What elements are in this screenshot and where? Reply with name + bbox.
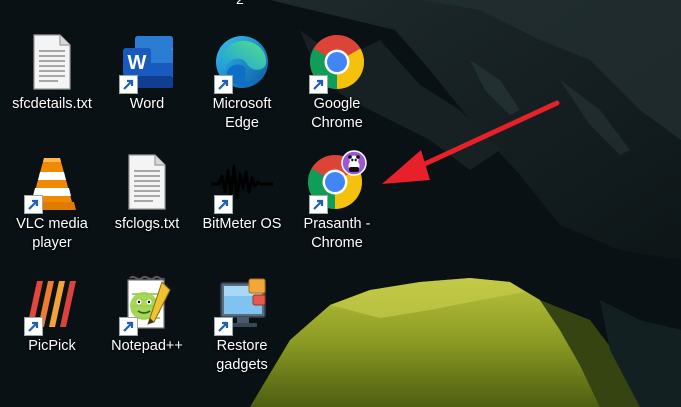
- icon-label: BitMeter OS: [202, 216, 282, 232]
- shortcut-arrow-icon: [214, 75, 233, 94]
- desktop-icon-prasanth-chrome[interactable]: Prasanth - Chrome: [291, 150, 383, 260]
- icon-label: Microsoft Edge: [212, 96, 272, 131]
- text-document-icon: [20, 30, 84, 94]
- picpick-icon: [20, 272, 84, 336]
- icon-label: Google Chrome: [311, 96, 363, 131]
- desktop-icon-edge[interactable]: Microsoft Edge: [196, 30, 288, 140]
- shortcut-arrow-icon: [119, 317, 138, 336]
- icon-label: Prasanth - Chrome: [303, 216, 371, 251]
- icon-label: sfclogs.txt: [114, 216, 180, 232]
- word-icon: W: [115, 30, 179, 94]
- icon-label: Notepad++: [111, 338, 183, 354]
- icon-label: Restore gadgets: [216, 338, 268, 373]
- shortcut-arrow-icon: [119, 75, 138, 94]
- shortcut-arrow-icon: [24, 195, 43, 214]
- restore-gadgets-icon: [210, 272, 274, 336]
- chrome-icon: [305, 30, 369, 94]
- desktop-icon-sfcdetails[interactable]: sfcdetails.txt: [6, 30, 98, 140]
- shortcut-arrow-icon: [24, 317, 43, 336]
- shortcut-arrow-icon: [309, 75, 328, 94]
- desktop-icon-restore-gadgets[interactable]: Restore gadgets: [196, 272, 288, 382]
- desktop-icon-word[interactable]: W Word: [101, 30, 193, 140]
- shortcut-arrow-icon: [214, 317, 233, 336]
- notepad-plus-plus-icon: [115, 272, 179, 336]
- edge-icon: [210, 30, 274, 94]
- desktop-icon-notepad-plus-plus[interactable]: Notepad++: [101, 272, 193, 382]
- icon-label: VLC media player: [16, 216, 88, 251]
- partial-label-fragment: 2: [236, 0, 244, 7]
- desktop-icon-picpick[interactable]: PicPick: [6, 272, 98, 382]
- text-document-icon: [115, 150, 179, 214]
- icon-label: sfcdetails.txt: [12, 96, 92, 112]
- desktop-icon-bitmeter[interactable]: BitMeter OS: [196, 150, 288, 260]
- svg-text:W: W: [128, 52, 147, 74]
- desktop-icon-google-chrome[interactable]: Google Chrome: [291, 30, 383, 140]
- shortcut-arrow-icon: [214, 195, 233, 214]
- desktop[interactable]: 2 sfcdetails.txt: [0, 0, 681, 407]
- desktop-icon-vlc[interactable]: VLC media player: [6, 150, 98, 260]
- bitmeter-icon: [210, 150, 274, 214]
- chrome-profile-icon: [305, 150, 369, 214]
- vlc-icon: [20, 150, 84, 214]
- desktop-icon-sfclogs[interactable]: sfclogs.txt: [101, 150, 193, 260]
- icon-label: PicPick: [28, 338, 76, 354]
- icon-label: Word: [129, 96, 165, 112]
- shortcut-arrow-icon: [309, 195, 328, 214]
